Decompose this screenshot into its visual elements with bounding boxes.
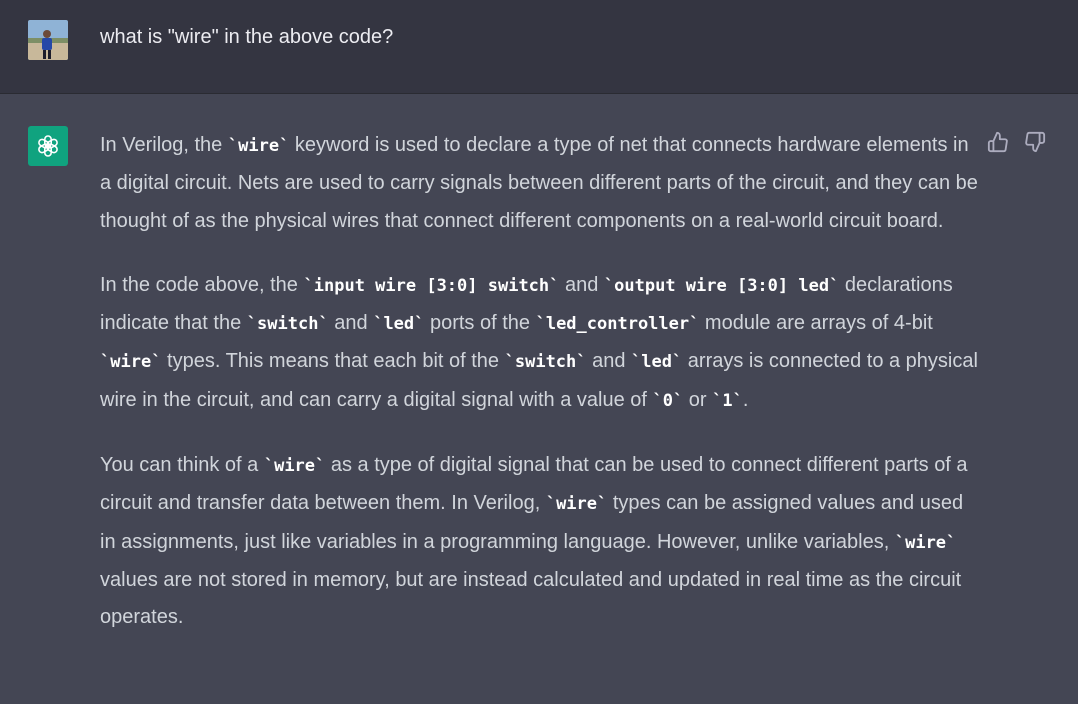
thumbs-up-icon[interactable] <box>986 130 1010 154</box>
answer-text: and <box>586 350 632 373</box>
openai-logo-icon <box>28 126 68 166</box>
inline-code: input wire [3:0] switch <box>304 276 560 296</box>
answer-text: types. This means that each bit of the <box>161 350 505 373</box>
inline-code: led_controller <box>536 314 700 334</box>
user-message-row: what is "wire" in the above code? <box>0 0 1078 94</box>
user-message-text: what is "wire" in the above code? <box>100 26 394 48</box>
inline-code: led <box>373 314 424 334</box>
answer-text: In the code above, the <box>100 273 304 296</box>
inline-code: switch <box>505 352 587 372</box>
inline-code: led <box>631 352 682 372</box>
answer-paragraph: You can think of a wire as a type of dig… <box>100 447 980 636</box>
inline-code: output wire [3:0] led <box>604 276 839 296</box>
thumbs-down-icon[interactable] <box>1023 130 1047 154</box>
inline-code: wire <box>228 136 289 156</box>
inline-code: wire <box>546 494 607 514</box>
answer-text: and <box>559 273 604 296</box>
inline-code: 0 <box>653 391 684 411</box>
answer-text: ports of the <box>424 312 536 335</box>
answer-text: and <box>328 312 374 335</box>
answer-text: module are arrays of 4-bit <box>699 312 933 335</box>
answer-text: In Verilog, the <box>100 134 228 156</box>
answer-text: values are not stored in memory, but are… <box>100 568 962 629</box>
inline-code: wire <box>100 352 161 372</box>
assistant-message-row: In Verilog, the wire keyword is used to … <box>0 94 1078 704</box>
inline-code: wire <box>895 533 956 553</box>
assistant-message-text: In Verilog, the wire keyword is used to … <box>100 127 980 664</box>
answer-text: You can think of a <box>100 454 264 477</box>
inline-code: wire <box>264 456 325 476</box>
answer-paragraph: In the code above, the input wire [3:0] … <box>100 267 980 420</box>
user-avatar <box>28 20 68 60</box>
answer-text: . <box>742 388 749 411</box>
answer-paragraph: In Verilog, the wire keyword is used to … <box>100 127 980 240</box>
inline-code: switch <box>247 314 329 334</box>
answer-text: or <box>683 388 713 411</box>
inline-code: 1 <box>712 391 743 411</box>
